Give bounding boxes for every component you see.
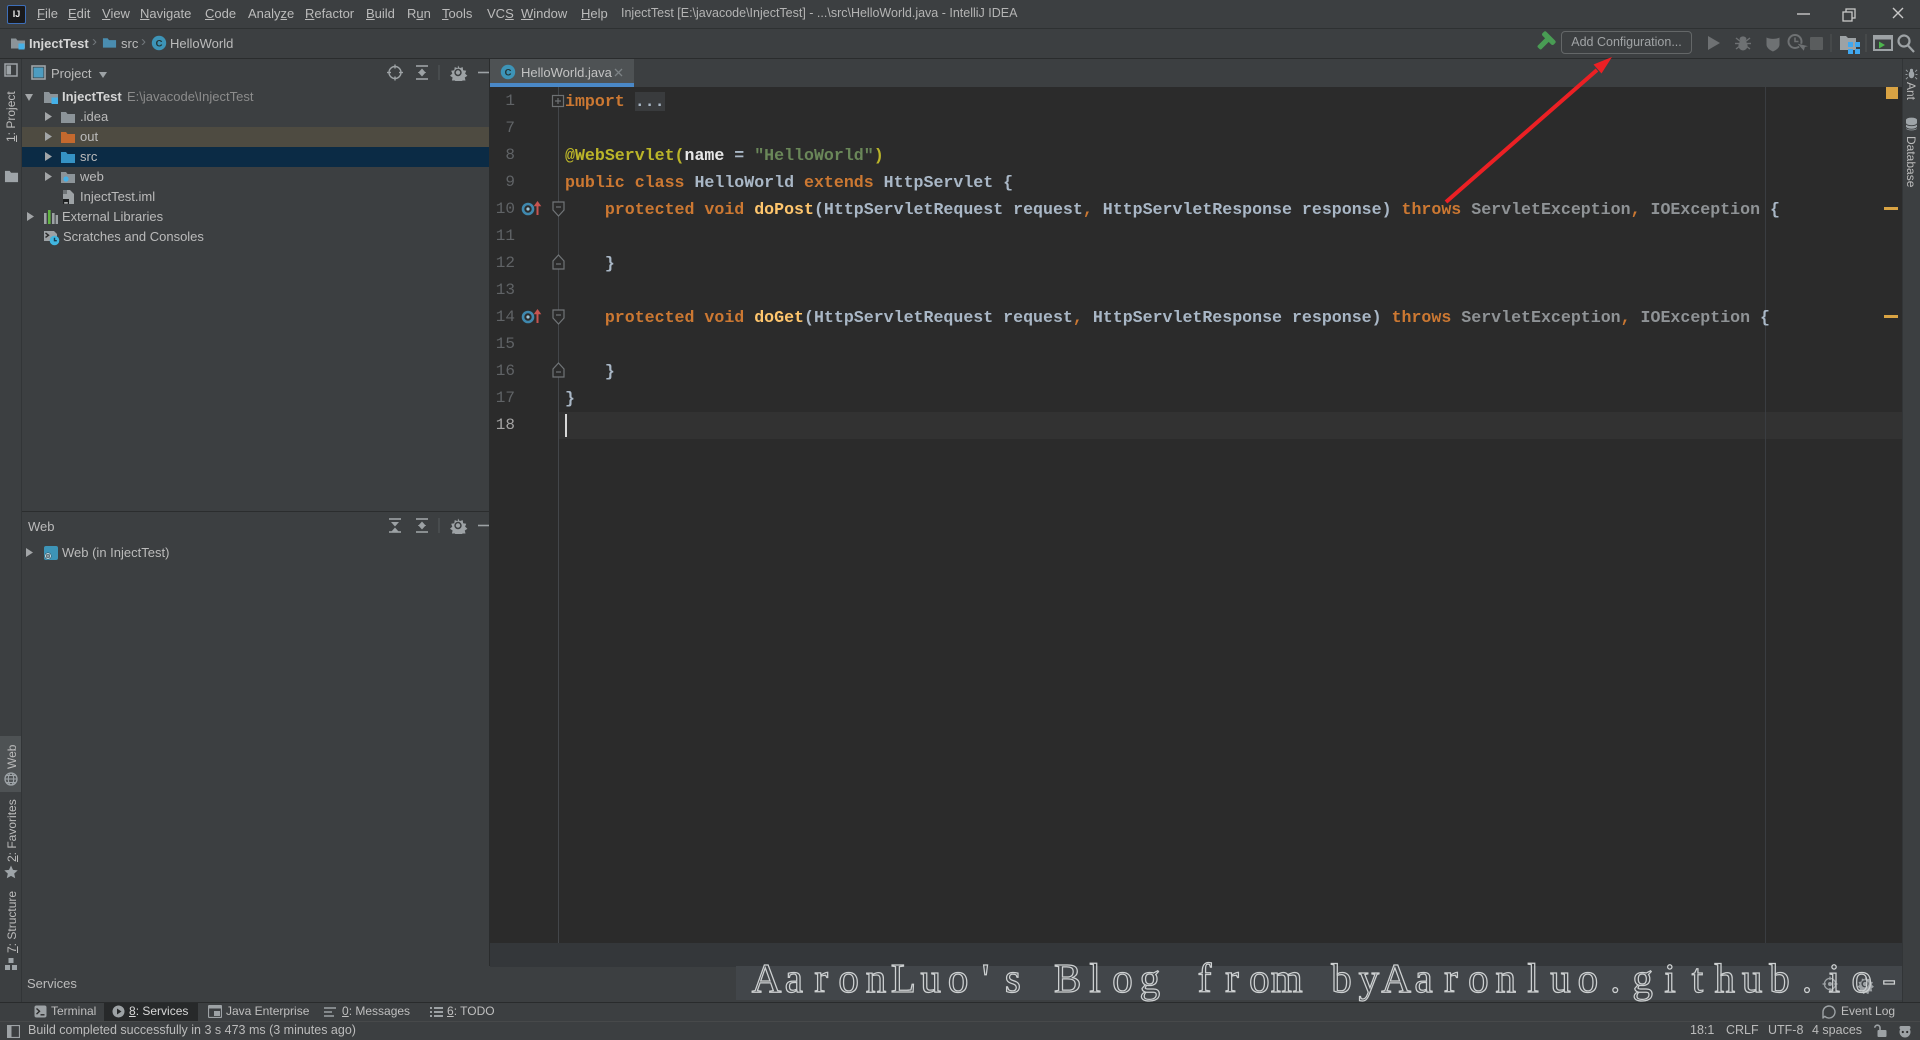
svg-text:C: C <box>156 39 163 50</box>
svg-text:AaronLuo's Blog from byAaronlu: AaronLuo's Blog from byAaronluo.github.i… <box>752 955 1896 1001</box>
svg-text:C: C <box>505 68 512 79</box>
